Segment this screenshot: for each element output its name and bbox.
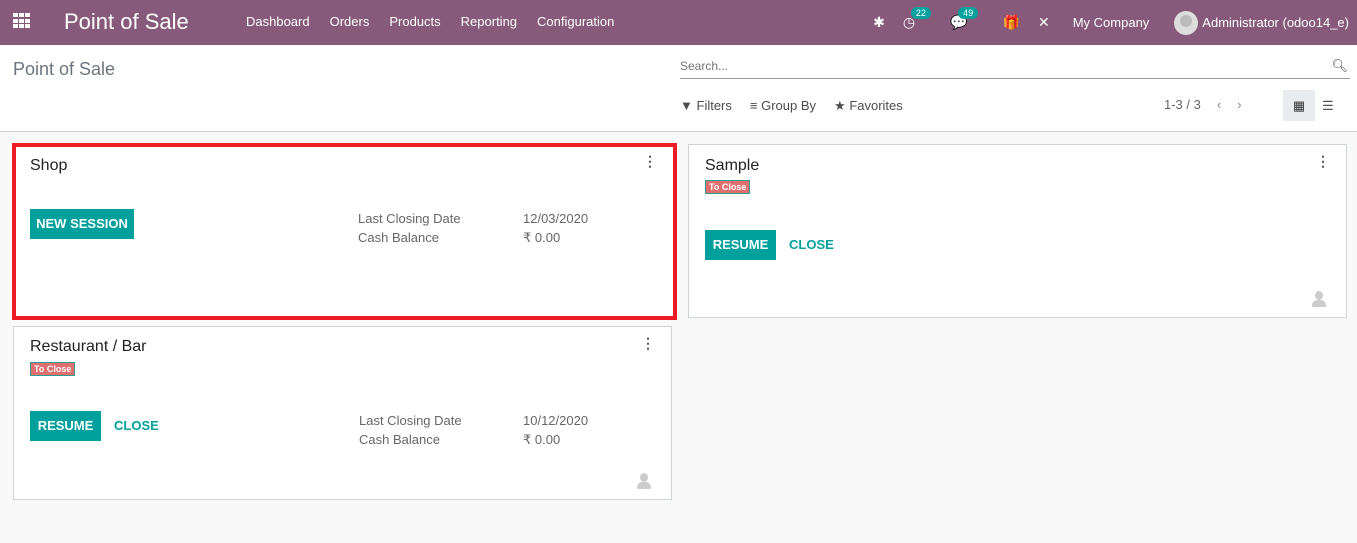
card-title[interactable]: Restaurant / Bar [30,338,147,356]
bug-icon[interactable]: ✱ [873,14,885,31]
pos-card-sample: Sample ⋮ To Close RESUME CLOSE [688,144,1347,318]
menu-orders[interactable]: Orders [320,14,380,29]
company-switcher[interactable]: My Company [1073,15,1150,30]
search-input[interactable] [680,55,1320,73]
list-view-icon: ☰ [1322,98,1334,113]
message-count-badge: 49 [958,7,979,19]
user-menu[interactable]: Administrator (odoo14_e) [1202,15,1349,30]
top-navbar: Point of Sale Dashboard Orders Products … [0,0,1357,45]
kanban-icon: ▦ [1292,97,1306,113]
info-labels: Last Closing Date Cash Balance [359,413,462,447]
search-options: ▼ Filters ≡ Group By ★ Favorites [680,98,921,114]
close-button[interactable]: CLOSE [114,418,159,433]
pager: 1-3 / 3 ‹ › [1164,97,1242,112]
cash-balance: ₹ 0.00 [523,432,561,447]
info-labels: Last Closing Date Cash Balance [358,211,461,245]
search-bar: 🔍︎ [680,55,1350,79]
user-avatar-icon [1312,291,1326,307]
menu-configuration[interactable]: Configuration [527,14,624,29]
activity-clock-icon[interactable]: ◷ 22 [903,7,931,31]
messages-icon[interactable]: 💬 49 [950,7,979,31]
pos-card-restaurant-bar: Restaurant / Bar ⋮ To Close RESUME CLOSE… [13,326,672,500]
kanban-view-button[interactable]: ▦ [1283,90,1315,121]
info-values: 10/12/2020 ₹ 0.00 [523,411,588,449]
filter-icon: ▼ [680,98,693,113]
search-icon[interactable]: 🔍︎ [1331,58,1348,74]
last-closing-date: 12/03/2020 [523,211,589,226]
control-panel: Point of Sale 🔍︎ ▼ Filters ≡ Group By ★ … [0,45,1357,132]
list-view-button[interactable]: ☰ [1322,98,1334,114]
pager-previous-icon[interactable]: ‹ [1217,97,1221,112]
star-icon: ★ [834,98,846,113]
tools-icon[interactable]: ✕ [1038,14,1050,31]
resume-button[interactable]: RESUME [705,230,776,260]
pos-card-shop: Shop ⋮ NEW SESSION Last Closing Date Cas… [12,143,677,320]
menu-dashboard[interactable]: Dashboard [236,14,320,29]
pager-next-icon[interactable]: › [1237,97,1241,112]
user-avatar-icon [637,473,651,489]
card-menu-icon[interactable]: ⋮ [1316,153,1330,170]
apps-menu-icon[interactable] [13,13,31,29]
status-tag: To Close [705,180,751,194]
pager-value[interactable]: 1-3 / 3 [1164,97,1201,112]
main-menu: Dashboard Orders Products Reporting Conf… [236,14,624,29]
gift-icon[interactable]: 🎁 [1003,14,1020,31]
card-title[interactable]: Sample [705,157,759,175]
favorites-button[interactable]: ★ Favorites [834,98,903,114]
breadcrumb: Point of Sale [13,59,116,79]
group-by-button[interactable]: ≡ Group By [750,98,816,114]
cash-balance: ₹ 0.00 [523,230,561,245]
status-tag: To Close [30,362,76,376]
card-menu-icon[interactable]: ⋮ [641,335,655,352]
activity-count-badge: 22 [910,7,931,19]
user-avatar[interactable] [1174,10,1199,35]
app-title[interactable]: Point of Sale [64,9,189,35]
card-menu-icon[interactable]: ⋮ [643,153,657,170]
list-icon: ≡ [749,98,758,113]
close-button[interactable]: CLOSE [789,237,834,252]
info-values: 12/03/2020 ₹ 0.00 [523,209,588,247]
menu-products[interactable]: Products [379,14,450,29]
resume-button[interactable]: RESUME [30,411,101,441]
menu-reporting[interactable]: Reporting [451,14,527,29]
systray: ✱ ◷ 22 💬 49 🎁 ✕ My Company Administrator (… [864,0,1357,45]
last-closing-date: 10/12/2020 [523,413,589,428]
card-title[interactable]: Shop [30,157,67,175]
new-session-button[interactable]: NEW SESSION [30,209,134,239]
filters-button[interactable]: ▼ Filters [680,98,732,114]
